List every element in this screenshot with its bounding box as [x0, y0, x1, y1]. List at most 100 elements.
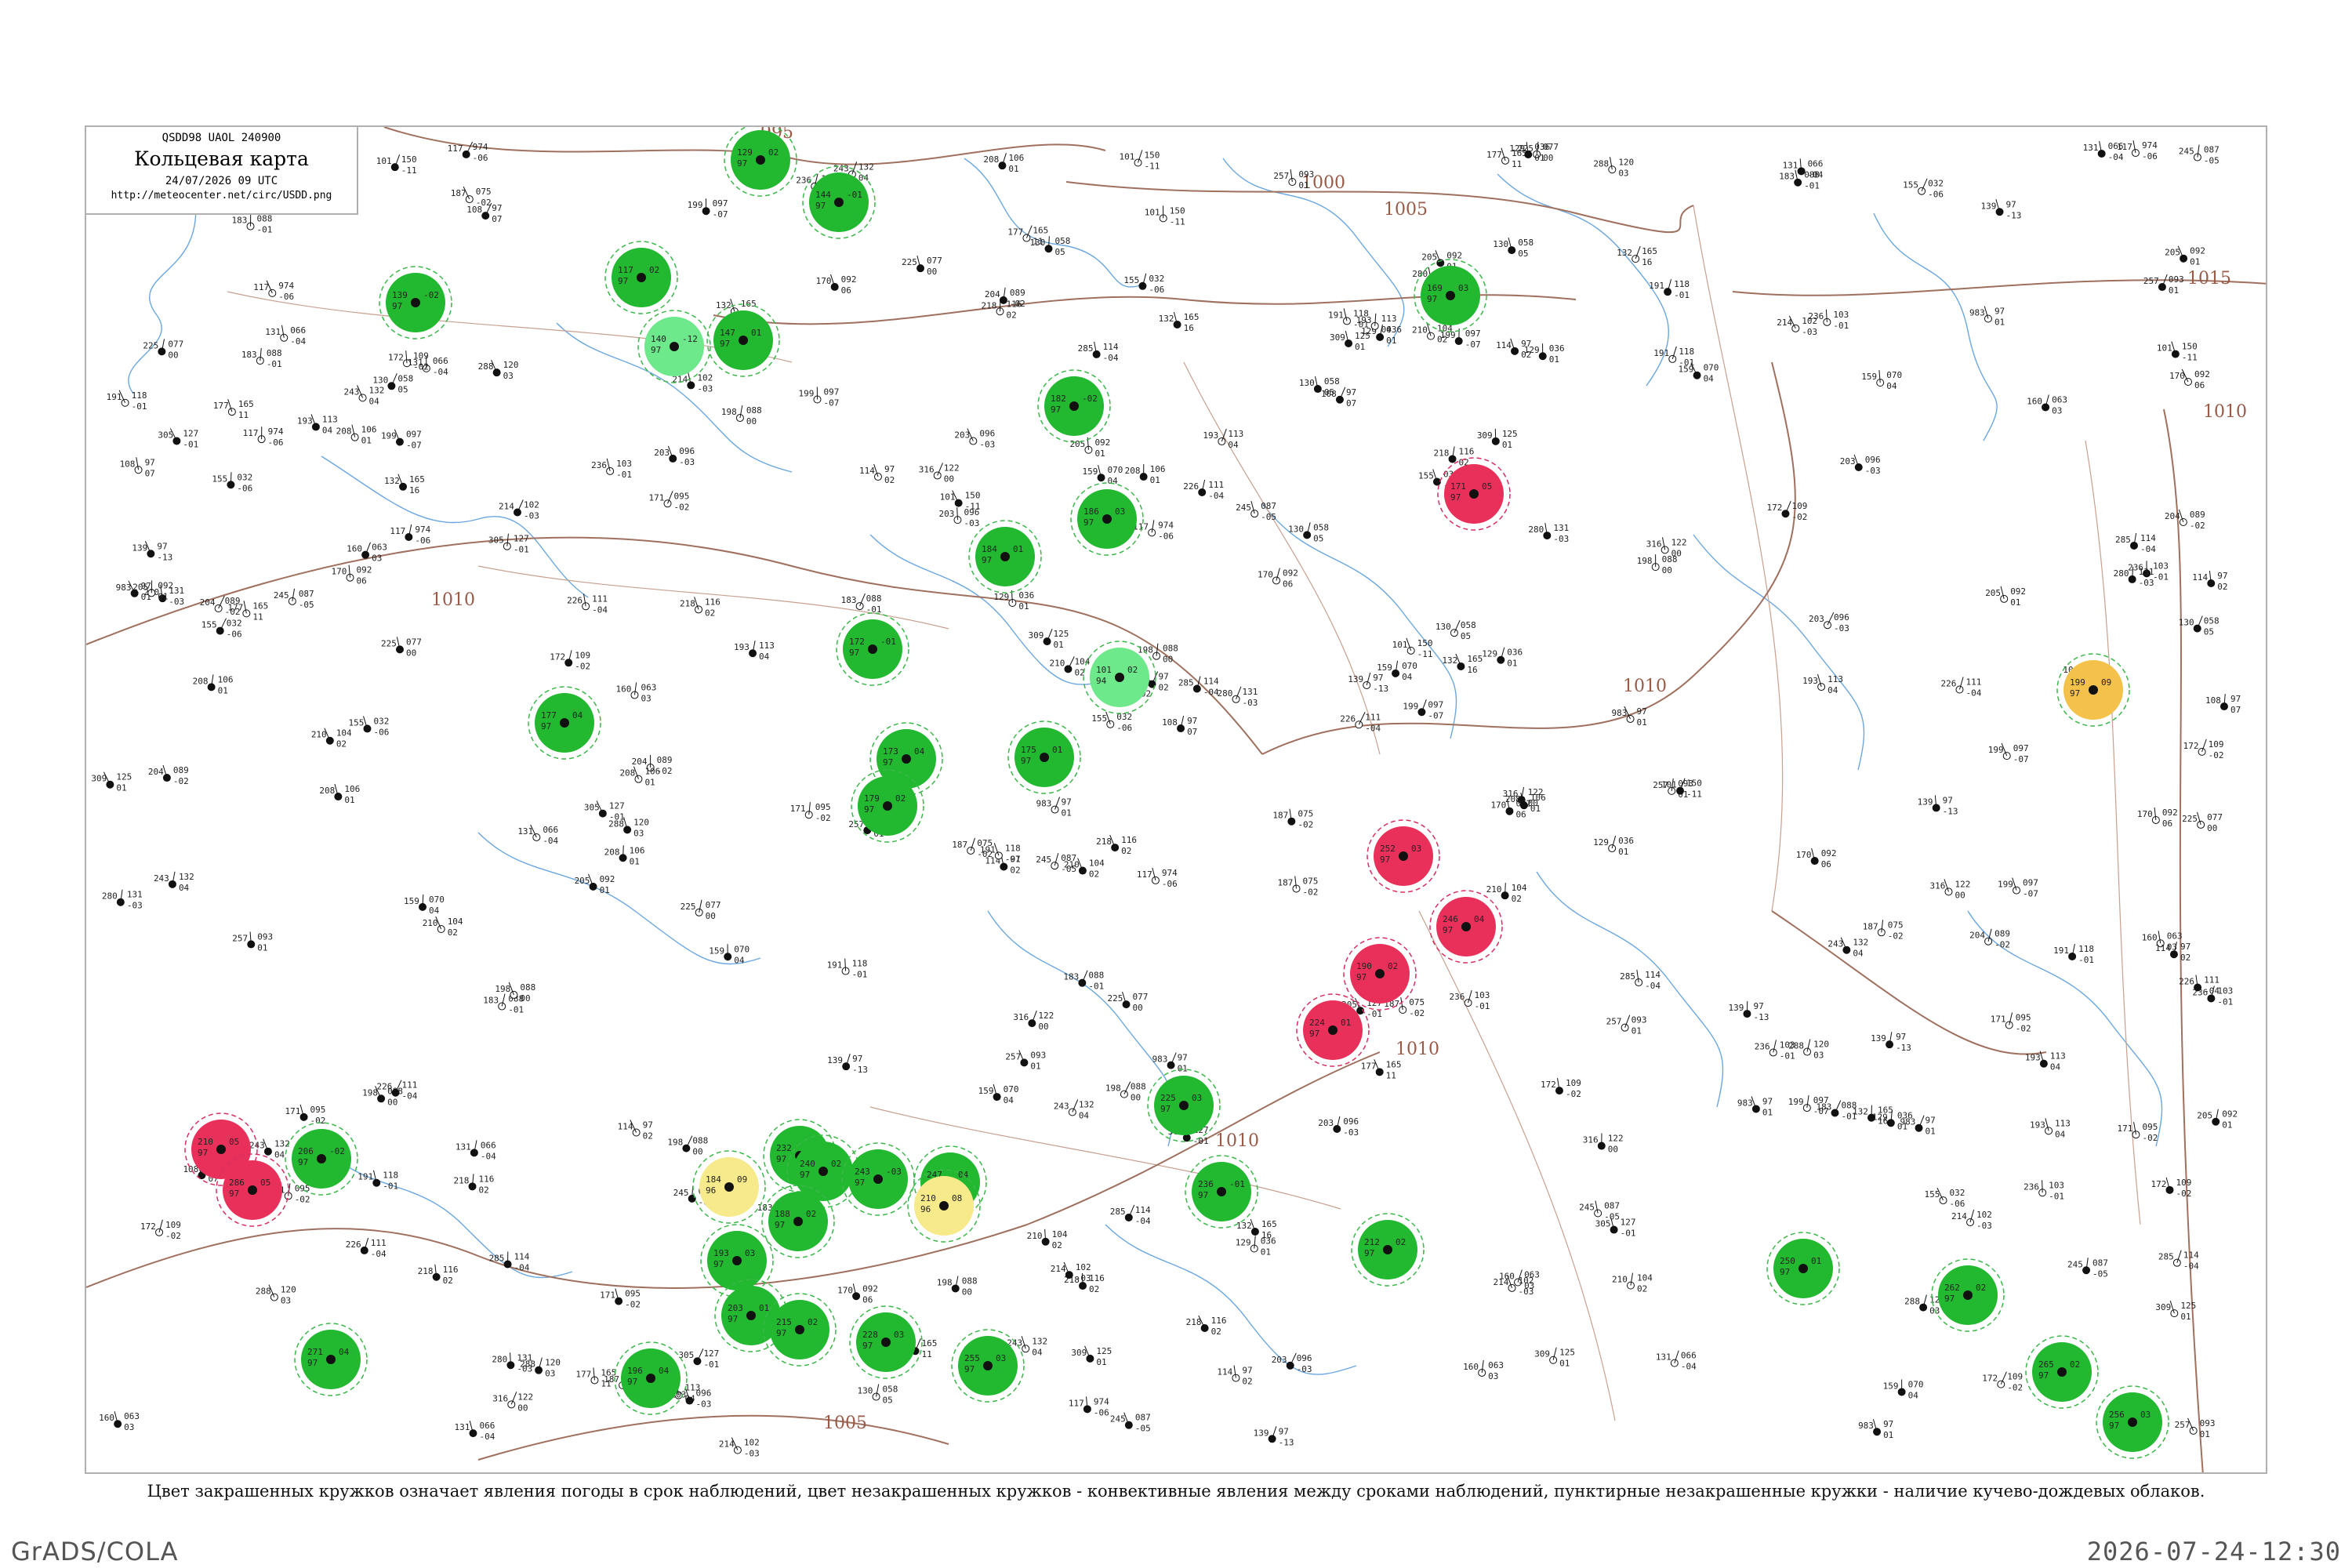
station-plot: 193 11304 [734, 641, 775, 662]
station-value: -01 [703, 1359, 719, 1370]
station-value: 104 [1637, 1273, 1653, 1283]
station-plot: 177 16511 [1007, 225, 1048, 247]
station-value: -04 [371, 1249, 387, 1259]
station-plot: 101 150-11 [1145, 205, 1185, 227]
station-value: 075 [1409, 997, 1425, 1007]
station-value: 285 [2115, 535, 2131, 545]
station-value: 309 [1534, 1349, 1550, 1359]
station-value: 983 [1858, 1421, 1874, 1431]
station-value: 226 [346, 1240, 361, 1250]
station-value: 104 [448, 916, 463, 927]
station-value: 97 [1178, 1053, 1188, 1063]
map-date: 24/07/2026 09 UTC [165, 175, 278, 187]
station-plot: 101 150-11 [1392, 637, 1433, 659]
station-plot: 132 16516 [384, 474, 425, 495]
station-value: 288 [1788, 1041, 1804, 1051]
station-value: 06 [1283, 579, 1293, 589]
station-value: 075 [476, 187, 492, 197]
station-plot: 309 12501 [1477, 428, 1518, 450]
station-value: 087 [1135, 1413, 1151, 1423]
station-value: 103 [1833, 310, 1849, 320]
cloud-cover-symbol [883, 801, 892, 811]
station-value: 97 [145, 457, 155, 467]
station-value: 109 [2007, 1372, 2023, 1382]
station-plot: 208 10601 [336, 424, 376, 446]
station-value: 01 [1096, 1357, 1106, 1367]
station-value: 250 [1780, 1256, 1795, 1266]
station-value: 160 [615, 684, 631, 694]
station-value: 103 [2153, 561, 2169, 571]
wind-barb [1494, 428, 1497, 441]
isobar-label: 1005 [1384, 200, 1428, 220]
station-value: 01 [2200, 1429, 2210, 1439]
station-value: 131 [2083, 143, 2099, 153]
station-value: 288 [478, 361, 494, 372]
station-value: 97 [1373, 673, 1383, 683]
station-value: 125 [116, 772, 132, 782]
station-value: 243 [344, 387, 360, 397]
station-value: 309 [1029, 630, 1044, 641]
station-value: -03 [1343, 1127, 1359, 1138]
cloud-cover-symbol [646, 1374, 655, 1383]
station-value: 01 [644, 778, 655, 788]
station-value: 106 [1008, 153, 1024, 163]
station-plot: 257 09301 [1005, 1050, 1046, 1071]
station-plot: 204 089-02 [200, 595, 241, 617]
station-value: 089 [657, 755, 673, 765]
station-value: 97 [964, 1364, 975, 1374]
station-value: 225 [143, 340, 158, 350]
station-plot: 199 097-07 [1998, 877, 2038, 899]
cloud-cover-symbol [1670, 1359, 1679, 1367]
station-value: 232 [776, 1143, 792, 1153]
station-plot: 129 03601 [993, 590, 1034, 612]
station-plot: 210 10402 [423, 916, 463, 938]
cloud-cover-symbol [1461, 922, 1471, 931]
station-value: 118 [132, 390, 147, 401]
station-value: 087 [299, 589, 314, 599]
station-value: 058 [883, 1385, 898, 1395]
station-value: -06 [237, 483, 252, 493]
station-value: 063 [2052, 394, 2067, 405]
station-value: 122 [1955, 879, 1970, 889]
station-value: 316 [492, 1393, 508, 1403]
station-plot: 208 10601 [983, 153, 1024, 174]
station-value: 06 [2162, 818, 2172, 829]
station-plot: 177 16511 [575, 1367, 616, 1388]
wind-barb [622, 845, 624, 858]
station-value: 092 [2162, 808, 2178, 818]
station-value: 208 [604, 847, 620, 857]
station-value: -07 [406, 441, 422, 451]
station-plot: 114 9702 [618, 1120, 653, 1142]
station-value: 05 [1313, 533, 1323, 543]
station-value: -06 [473, 153, 488, 163]
station-plot: 114 9702 [2192, 570, 2228, 592]
station-value: 117 [243, 428, 259, 438]
station-value: 06 [862, 1294, 873, 1305]
station-value: 198 [362, 1087, 378, 1098]
station-plot: 309 12501 [1534, 1347, 1575, 1369]
station-value: 139 [1254, 1428, 1269, 1438]
station-value: 122 [1608, 1134, 1624, 1144]
station-value: 077 [168, 339, 183, 349]
station-value: 102 [697, 372, 713, 383]
station-value: 058 [2204, 616, 2220, 626]
station-value: -11 [401, 165, 417, 176]
cloud-cover-symbol [1342, 317, 1351, 325]
station-plot: 198 08800 [721, 405, 762, 426]
station-value: -02 [225, 607, 241, 617]
station-value: 111 [1365, 712, 1381, 722]
station-value: 00 [1662, 565, 1672, 575]
station-value: 155 [201, 620, 217, 630]
cloud-cover-symbol [162, 774, 171, 782]
station-value: 177 [1361, 1061, 1377, 1071]
station-value: 03 [641, 693, 651, 703]
station-plot: 204 089-02 [148, 764, 189, 786]
station-value: -13 [157, 552, 172, 562]
station-value: 01 [1559, 1359, 1570, 1369]
station-value: 01 [1507, 659, 1517, 669]
station-value: 01 [1062, 808, 1072, 818]
station-plot: 177 16511 [213, 399, 254, 420]
station-value: 130 [1493, 239, 1508, 249]
station-plot: 210 10402 [1612, 1272, 1653, 1294]
map-title-box: QSDD98 UAOL 240900 Кольцевая карта 24/07… [86, 127, 358, 215]
